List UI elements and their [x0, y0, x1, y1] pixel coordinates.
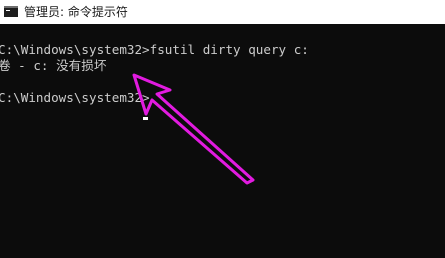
console-line-command: C:\Windows\system32>fsutil dirty query c… [0, 42, 309, 57]
console-line-result: 卷 - c: 没有损坏 [0, 58, 107, 73]
window-title: 管理员: 命令提示符 [24, 5, 128, 19]
title-bar[interactable]: 管理员: 命令提示符 [0, 0, 445, 24]
console-line-prompt: C:\Windows\system32> [0, 90, 150, 105]
console-output-area[interactable]: C:\Windows\system32>fsutil dirty query c… [0, 24, 445, 258]
command-prompt-window: 管理员: 命令提示符 C:\Windows\system32>fsutil di… [0, 0, 445, 258]
text-cursor [143, 117, 148, 120]
cmd-console-icon [4, 6, 18, 17]
